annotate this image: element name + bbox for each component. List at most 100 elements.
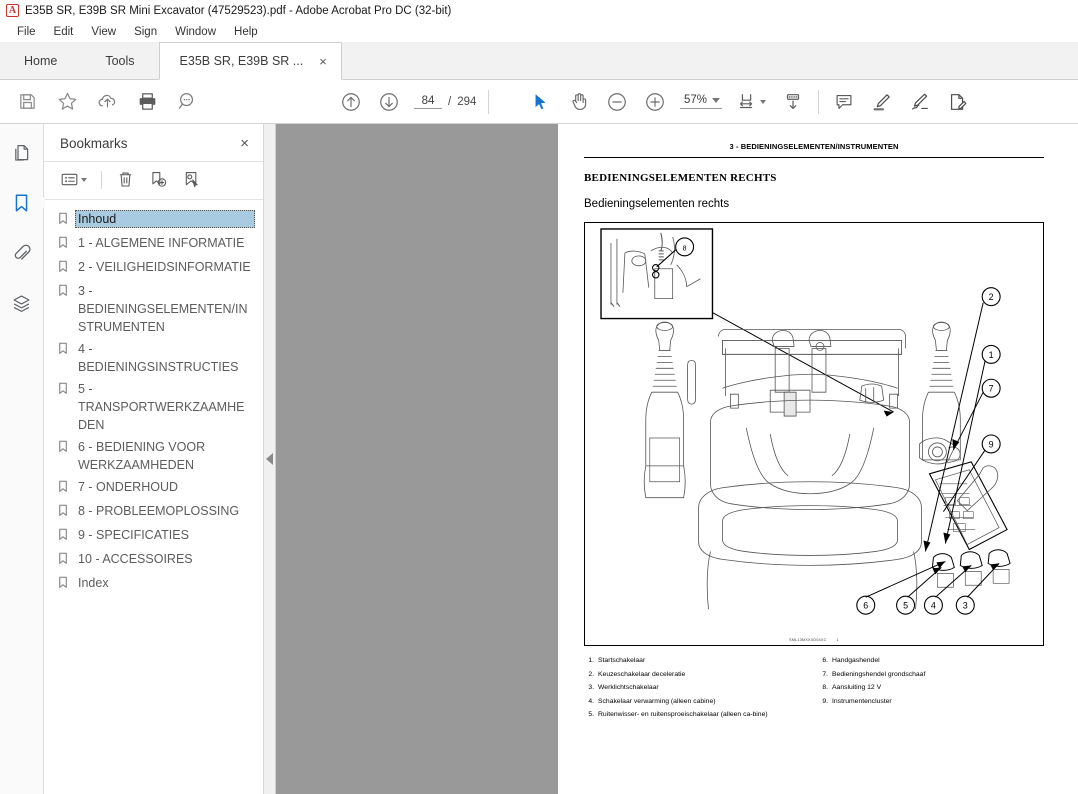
chevron-down-icon bbox=[712, 97, 721, 103]
bookmark-item-index[interactable]: Index bbox=[44, 572, 263, 596]
zoom-out-icon[interactable] bbox=[604, 89, 630, 115]
legend-text: Aansluiting 12 V bbox=[832, 684, 882, 691]
save-icon[interactable] bbox=[14, 89, 40, 115]
legend-text: Keuzeschakelaar deceleratie bbox=[598, 670, 686, 678]
legend-number: 8. bbox=[822, 684, 828, 691]
arrow-down-circle-icon[interactable] bbox=[376, 89, 402, 115]
bookmark-icon bbox=[58, 480, 68, 498]
main-toolbar: / 294 bbox=[0, 80, 1078, 124]
chevron-left-icon bbox=[266, 453, 273, 465]
callout-8-label: 8 bbox=[683, 245, 687, 252]
legend-item: 4. Schakelaar verwarming (alleen cabine) bbox=[584, 696, 810, 707]
page-thumbnails-icon[interactable] bbox=[7, 138, 37, 168]
legend-item: 1. Startschakelaar bbox=[584, 655, 810, 666]
callout-1-label: 1 bbox=[989, 350, 994, 360]
bookmark-item-2[interactable]: 2 - VEILIGHEIDSINFORMATIE bbox=[44, 256, 263, 280]
legend-text: Schakelaar verwarming (alleen cabine) bbox=[598, 697, 716, 705]
comment-icon[interactable] bbox=[831, 89, 857, 115]
menu-window[interactable]: Window bbox=[166, 24, 225, 40]
acrobat-logo-icon: A bbox=[6, 4, 19, 17]
hand-tool-icon[interactable] bbox=[566, 89, 592, 115]
bookmarks-icon[interactable] bbox=[7, 188, 45, 218]
bookmark-item-1[interactable]: 1 - ALGEMENE INFORMATIE bbox=[44, 232, 263, 256]
tab-bar: Home Tools E35B SR, E39B SR ... × bbox=[0, 42, 1078, 80]
menu-sign[interactable]: Sign bbox=[125, 24, 166, 40]
bookmark-icon bbox=[58, 552, 68, 570]
toolbar-divider-2 bbox=[818, 89, 820, 114]
menu-view[interactable]: View bbox=[82, 24, 125, 40]
window-title: E35B SR, E39B SR Mini Excavator (4752952… bbox=[25, 4, 452, 17]
tab-document[interactable]: E35B SR, E39B SR ... × bbox=[158, 42, 342, 80]
zoom-level-value: 57% bbox=[684, 94, 708, 106]
highlight-icon[interactable] bbox=[869, 89, 895, 115]
sign-icon[interactable] bbox=[907, 89, 933, 115]
legend-number: 9. bbox=[822, 697, 828, 705]
close-icon[interactable]: × bbox=[240, 136, 249, 151]
delete-bookmark-icon[interactable] bbox=[114, 168, 137, 191]
menu-bar: File Edit View Sign Window Help bbox=[0, 22, 1078, 42]
page-number-input[interactable] bbox=[414, 94, 442, 109]
document-viewport[interactable]: 3 - BEDIENINGSELEMENTEN/INSTRUMENTEN BED… bbox=[276, 124, 1078, 794]
legend-column-left: 1. Startschakelaar 2. Keuzeschakelaar de… bbox=[584, 655, 810, 723]
legend-item: 7. Bedieningshendel grondschaaf bbox=[818, 669, 1044, 680]
bookmark-label: 3 - BEDIENINGSELEMENTEN/INSTRUMENTEN bbox=[78, 284, 248, 334]
bookmark-item-3[interactable]: 3 - BEDIENINGSELEMENTEN/INSTRUMENTEN bbox=[44, 280, 263, 338]
bookmark-label: 6 - BEDIENING VOOR WERKZAAMHEDEN bbox=[78, 440, 206, 472]
close-icon[interactable]: × bbox=[319, 54, 327, 69]
legend-number: 3. bbox=[588, 684, 594, 691]
arrow-up-circle-icon[interactable] bbox=[338, 89, 364, 115]
fit-page-icon[interactable] bbox=[734, 89, 768, 115]
bookmark-label: Index bbox=[78, 576, 109, 590]
bookmark-item-inhoud[interactable]: Inhoud bbox=[44, 208, 263, 232]
bookmark-label: 10 - ACCESSOIRES bbox=[78, 552, 193, 566]
excavator-cab-controls-drawing: 8 2 1 7 9 6 5 4 3 bbox=[600, 228, 1011, 615]
upload-cloud-icon[interactable] bbox=[94, 89, 120, 115]
bookmark-item-5[interactable]: 5 - TRANSPORTWERKZAAMHEDEN bbox=[44, 378, 263, 436]
title-bar: A E35B SR, E39B SR Mini Excavator (47529… bbox=[0, 0, 1078, 22]
bookmark-item-9[interactable]: 9 - SPECIFICATIES bbox=[44, 524, 263, 548]
menu-help[interactable]: Help bbox=[225, 24, 267, 40]
bookmark-item-10[interactable]: 10 - ACCESSOIRES bbox=[44, 548, 263, 572]
panel-collapse-button[interactable] bbox=[264, 124, 276, 794]
legend-text: Werklichtschakelaar bbox=[598, 684, 659, 691]
bookmark-icon bbox=[58, 342, 68, 360]
edit-pdf-icon[interactable] bbox=[945, 89, 971, 115]
pdf-page: 3 - BEDIENINGSELEMENTEN/INSTRUMENTEN BED… bbox=[558, 124, 1078, 794]
tab-home[interactable]: Home bbox=[0, 42, 82, 79]
bookmark-options-icon[interactable] bbox=[58, 168, 89, 191]
menu-edit[interactable]: Edit bbox=[45, 24, 83, 40]
bookmark-label: 7 - ONDERHOUD bbox=[78, 480, 179, 494]
legend-text: Handgashendel bbox=[832, 657, 880, 664]
bookmark-item-7[interactable]: 7 - ONDERHOUD bbox=[44, 476, 263, 500]
figure-legend: 1. Startschakelaar 2. Keuzeschakelaar de… bbox=[584, 655, 1044, 723]
zoom-level-dropdown[interactable]: 57% bbox=[680, 94, 723, 109]
zoom-in-icon[interactable] bbox=[642, 89, 668, 115]
layers-icon[interactable] bbox=[7, 288, 37, 318]
bookmark-item-4[interactable]: 4 - BEDIENINGSINSTRUCTIES bbox=[44, 338, 263, 378]
search-icon[interactable] bbox=[174, 89, 200, 115]
bookmark-label: 5 - TRANSPORTWERKZAAMHEDEN bbox=[78, 382, 245, 432]
toolbar-divider bbox=[488, 89, 490, 114]
new-bookmark-icon[interactable] bbox=[147, 168, 170, 191]
legend-text: Ruitenwisser- en ruitensproeischakelaar … bbox=[598, 711, 768, 718]
chevron-down-icon bbox=[81, 177, 87, 182]
attachments-icon[interactable] bbox=[7, 238, 37, 268]
bookmarks-toolbar bbox=[44, 161, 263, 200]
page-separator: / bbox=[448, 95, 452, 108]
menu-file[interactable]: File bbox=[8, 24, 45, 40]
cursor-select-icon[interactable] bbox=[528, 89, 554, 115]
callout-9-label: 9 bbox=[989, 439, 994, 449]
bookmarks-list[interactable]: Inhoud 1 - ALGEMENE INFORMATIE 2 - VEILI… bbox=[44, 200, 263, 794]
legend-number: 6. bbox=[822, 657, 828, 664]
scroll-mode-icon[interactable] bbox=[780, 89, 806, 115]
bookmark-icon bbox=[58, 504, 68, 522]
page-heading: BEDIENINGSELEMENTEN RECHTS bbox=[584, 172, 777, 184]
tab-tools[interactable]: Tools bbox=[81, 42, 159, 79]
bookmark-item-6[interactable]: 6 - BEDIENING VOOR WERKZAAMHEDEN bbox=[44, 436, 263, 476]
star-icon[interactable] bbox=[54, 89, 80, 115]
body-area: Bookmarks × Inhoud 1 - ALGEMENE INFORMAT… bbox=[0, 124, 1078, 794]
print-icon[interactable] bbox=[134, 89, 160, 115]
bookmark-item-8[interactable]: 8 - PROBLEEMOPLOSSING bbox=[44, 500, 263, 524]
set-bookmark-destination-icon[interactable] bbox=[180, 168, 203, 191]
page-subheading: Bedieningselementen rechts bbox=[584, 198, 730, 210]
